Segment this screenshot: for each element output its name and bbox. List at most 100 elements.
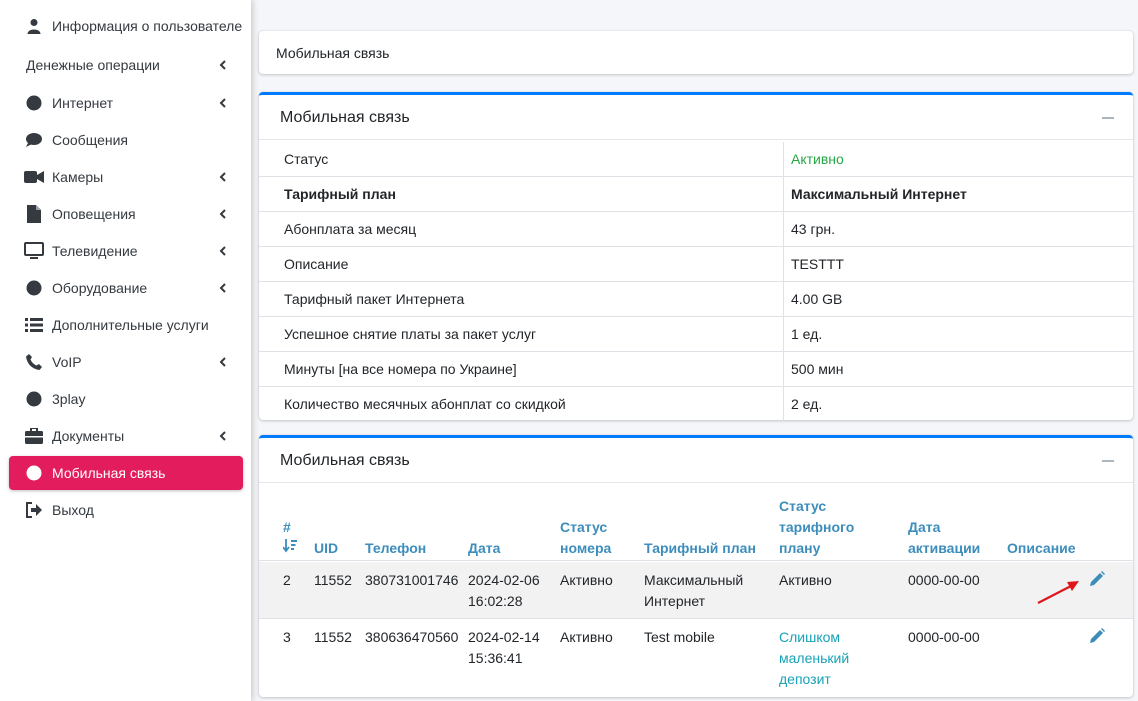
- chevron-left-icon: [217, 171, 229, 183]
- header-tariff-status[interactable]: Статус тарифного плану: [779, 496, 854, 559]
- cell-date: 2024-02-14 15:36:41: [468, 627, 540, 669]
- header-activation-date[interactable]: Дата активации: [908, 517, 980, 559]
- edit-pencil-icon[interactable]: [1089, 628, 1105, 644]
- chevron-left-icon: [217, 245, 229, 257]
- circle-icon: [24, 389, 44, 409]
- table-header: # UID Телефон Дата Статус номера Тарифны…: [259, 485, 1133, 561]
- card-header: Мобильная связь: [259, 438, 1133, 483]
- info-label: Минуты [на все номера по Украине]: [259, 351, 784, 387]
- date-value: 2024-02-14: [468, 629, 540, 645]
- cell-status: Активно: [560, 629, 613, 645]
- video-camera-icon: [24, 167, 44, 187]
- info-label: Статус: [259, 142, 784, 177]
- cell-num: 2: [283, 572, 291, 588]
- circle-icon: [24, 278, 44, 298]
- header-label: плану: [779, 540, 821, 556]
- tariff-line: Test mobile: [644, 629, 715, 645]
- header-label: тарифного: [779, 519, 855, 535]
- sidebar-item-3play[interactable]: 3play: [9, 382, 243, 416]
- annotation-arrow-icon: [1037, 581, 1079, 604]
- sidebar-item-money[interactable]: Денежные операции: [9, 48, 243, 82]
- comment-icon: [24, 130, 44, 150]
- sign-out-icon: [24, 500, 44, 520]
- sidebar-item-logout[interactable]: Выход: [9, 493, 243, 527]
- sidebar-item-label: Документы: [52, 428, 125, 444]
- info-row: Абонплата за месяц 43 грн.: [259, 211, 1133, 247]
- info-value: Максимальный Интернет: [783, 176, 1133, 212]
- header-number-status[interactable]: Статус номера: [560, 517, 611, 559]
- chevron-left-icon: [217, 282, 229, 294]
- tariff-status-line: маленький: [779, 650, 850, 666]
- info-label: Количество месячных абонплат со скидкой: [259, 386, 784, 421]
- chevron-left-icon: [217, 356, 229, 368]
- chevron-left-icon: [217, 430, 229, 442]
- info-label: Успешное снятие платы за пакет услуг: [259, 316, 784, 352]
- sidebar-item-label: Телевидение: [52, 243, 138, 259]
- sidebar-item-label: Интернет: [52, 95, 114, 111]
- cell-num: 3: [283, 629, 291, 645]
- header-tariff[interactable]: Тарифный план: [644, 538, 756, 559]
- sidebar-item-internet[interactable]: Интернет: [9, 86, 243, 120]
- sidebar-item-voip[interactable]: VoIP: [9, 345, 243, 379]
- minus-icon[interactable]: [1102, 460, 1114, 462]
- sidebar-item-documents[interactable]: Документы: [9, 419, 243, 453]
- sidebar-item-label: Выход: [52, 502, 94, 518]
- circle-icon: [24, 93, 44, 113]
- cell-date: 2024-02-06 16:02:28: [468, 570, 540, 612]
- tariff-line: Максимальный: [644, 572, 744, 588]
- sidebar-item-label: Оповещения: [52, 206, 136, 222]
- sidebar-item-mobile[interactable]: Мобильная связь: [9, 456, 243, 490]
- sidebar-item-equipment[interactable]: Оборудование: [9, 271, 243, 305]
- header-num-label: #: [283, 519, 291, 535]
- file-icon: [24, 204, 44, 224]
- info-table: Статус Активно Тарифный план Максимальный …: [259, 142, 1133, 421]
- sidebar-item-label: Информация о пользователе: [52, 18, 243, 34]
- cell-uid: 11552: [314, 572, 352, 588]
- time-value: 15:36:41: [468, 650, 523, 666]
- header-label: Статус: [560, 519, 608, 535]
- info-label: Абонплата за месяц: [259, 211, 784, 247]
- header-label: Дата: [908, 519, 941, 535]
- info-label: Описание: [259, 246, 784, 282]
- sidebar-item-label: VoIP: [52, 354, 82, 370]
- info-value: 2 ед.: [783, 386, 1133, 421]
- page-title: Мобильная связь: [276, 45, 390, 61]
- sidebar-item-cameras[interactable]: Камеры: [9, 160, 243, 194]
- tariff-status-line: Активно: [779, 572, 832, 588]
- sidebar-item-messages[interactable]: Сообщения: [9, 123, 243, 157]
- tariff-status-line: Слишком: [779, 629, 841, 645]
- sidebar-item-additional-services[interactable]: Дополнительные услуги: [9, 308, 243, 342]
- sidebar-item-notifications[interactable]: Оповещения: [9, 197, 243, 231]
- sort-desc-icon[interactable]: [282, 538, 297, 559]
- header-description[interactable]: Описание: [1007, 538, 1076, 559]
- header-num[interactable]: #: [282, 517, 297, 559]
- sidebar-item-label: Мобильная связь: [52, 465, 166, 481]
- sidebar-item-label: Сообщения: [52, 132, 128, 148]
- header-phone[interactable]: Телефон: [365, 538, 426, 559]
- header-uid[interactable]: UID: [314, 538, 338, 559]
- header-date[interactable]: Дата: [468, 538, 500, 559]
- cell-status: Активно: [560, 572, 613, 588]
- sidebar-item-user-info[interactable]: Информация о пользователе: [9, 9, 243, 43]
- cell-tariff-status: Активно: [779, 570, 832, 591]
- edit-pencil-icon[interactable]: [1089, 571, 1105, 587]
- phone-icon: [24, 352, 44, 372]
- sidebar-item-tv[interactable]: Телевидение: [9, 234, 243, 268]
- cell-uid: 11552: [314, 629, 352, 645]
- cell-activation: 0000-00-00: [908, 629, 980, 645]
- briefcase-icon: [24, 426, 44, 446]
- cell-activation: 0000-00-00: [908, 572, 980, 588]
- user-icon: [24, 16, 44, 36]
- sidebar-item-label: Денежные операции: [26, 57, 160, 73]
- info-value: 4.00 GB: [783, 281, 1133, 317]
- info-label: Тарифный пакет Интернета: [259, 281, 784, 317]
- tv-monitor-icon: [24, 241, 44, 261]
- sidebar-item-label: Дополнительные услуги: [52, 317, 209, 333]
- header-label: номера: [560, 540, 612, 556]
- info-value: 1 ед.: [783, 316, 1133, 352]
- minus-icon[interactable]: [1102, 117, 1114, 119]
- cell-tariff-status: Слишком маленький депозит: [779, 627, 849, 690]
- header-label: Статус: [779, 498, 827, 514]
- cell-phone: 380636470560: [365, 629, 459, 645]
- tariff-line: Интернет: [644, 593, 706, 609]
